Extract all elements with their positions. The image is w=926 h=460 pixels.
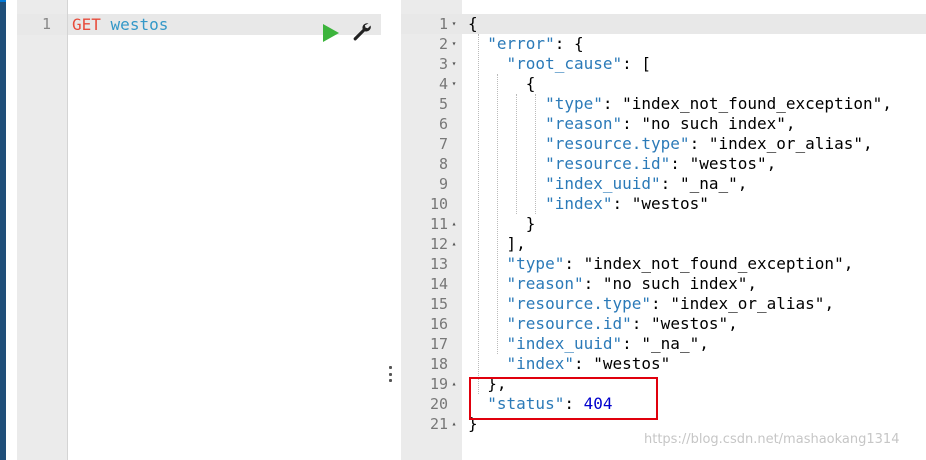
response-code-line: "resource.id": "westos", — [506, 314, 738, 333]
response-gutter-row: 16 — [401, 314, 462, 334]
response-gutter-row: 19 ▴ — [401, 374, 462, 394]
response-gutter-row: 2 ▾ — [401, 34, 462, 54]
fold-collapse-icon[interactable]: ▾ — [449, 54, 459, 74]
response-line-number: 16 — [429, 315, 448, 333]
response-gutter-row: 13 — [401, 254, 462, 274]
response-line-number: 14 — [429, 275, 448, 293]
response-code-line: { — [468, 74, 536, 93]
response-line-number: 11 — [429, 215, 448, 233]
response-gutter-row: 5 — [401, 94, 462, 114]
response-line-number: 19 — [429, 375, 448, 393]
request-editor[interactable]: 1 GET westos — [17, 0, 381, 460]
response-code-line: "index": "westos" — [545, 194, 709, 213]
response-code-line: "reason": "no such index", — [506, 274, 758, 293]
request-endpoint: westos — [110, 15, 169, 34]
request-method: GET — [72, 15, 101, 34]
request-gutter-divider — [67, 0, 68, 460]
watermark: https://blog.csdn.net/mashaokang1314 — [644, 432, 900, 447]
pane-splitter[interactable] — [381, 0, 401, 460]
response-line-number: 1 — [438, 15, 448, 33]
response-gutter-row: 12 ▴ — [401, 234, 462, 254]
response-line-number: 5 — [438, 95, 448, 113]
response-code-line: "root_cause": [ — [506, 54, 652, 73]
fold-collapse-icon[interactable]: ▾ — [449, 74, 459, 94]
response-line-number: 6 — [438, 115, 448, 133]
response-line-number: 21 — [429, 415, 448, 433]
response-code-line: ], — [468, 234, 526, 253]
response-line-number: 17 — [429, 335, 448, 353]
response-gutter-row: 6 — [401, 114, 462, 134]
response-line-number: 8 — [438, 155, 448, 173]
response-gutter-row: 1 ▾ — [401, 14, 462, 34]
response-code-line: } — [468, 214, 536, 233]
response-code-line: "error": { — [487, 34, 584, 53]
fold-expand-icon[interactable]: ▴ — [449, 414, 459, 434]
wrench-icon — [353, 23, 371, 41]
response-gutter-row: 18 — [401, 354, 462, 374]
request-line[interactable]: GET westos — [72, 14, 168, 35]
status-highlight-box — [469, 377, 658, 420]
fold-expand-icon[interactable]: ▴ — [449, 214, 459, 234]
response-gutter-row: 3 ▾ — [401, 54, 462, 74]
play-icon — [323, 24, 339, 42]
response-line-number: 15 — [429, 295, 448, 313]
response-line-number: 2 — [438, 35, 448, 53]
fold-collapse-icon[interactable]: ▾ — [449, 14, 459, 34]
response-gutter-row: 9 — [401, 174, 462, 194]
response-line-number: 18 — [429, 355, 448, 373]
splitter-handle[interactable] — [387, 366, 393, 382]
response-gutter-row: 17 — [401, 334, 462, 354]
response-code-line: "resource.type": "index_or_alias", — [506, 294, 835, 313]
response-gutter-row: 7 — [401, 134, 462, 154]
request-gutter — [17, 0, 67, 460]
response-code-line: "index_uuid": "_na_", — [506, 334, 709, 353]
response-active-line — [401, 14, 926, 34]
response-line-number: 4 — [438, 75, 448, 93]
response-gutter-row: 11 ▴ — [401, 214, 462, 234]
response-gutter-row: 8 — [401, 154, 462, 174]
fold-expand-icon[interactable]: ▴ — [449, 234, 459, 254]
run-request-button[interactable] — [320, 22, 342, 44]
response-line-number: 12 — [429, 235, 448, 253]
response-code-line: "index_uuid": "_na_", — [545, 174, 748, 193]
response-gutter-row: 20 — [401, 394, 462, 414]
window-left-edge — [0, 0, 6, 460]
response-gutter-row: 21 ▴ — [401, 414, 462, 434]
response-code-line: { — [468, 14, 478, 33]
response-line-number: 3 — [438, 55, 448, 73]
response-code-line: "resource.id": "westos", — [545, 154, 777, 173]
request-line-number: 1 — [41, 15, 51, 33]
response-line-number: 10 — [429, 195, 448, 213]
response-code-line: "resource.type": "index_or_alias", — [545, 134, 873, 153]
response-gutter-row: 10 — [401, 194, 462, 214]
response-code-line: "type": "index_not_found_exception", — [545, 94, 892, 113]
response-gutter-row: 15 — [401, 294, 462, 314]
response-line-number: 13 — [429, 255, 448, 273]
response-code-line: "type": "index_not_found_exception", — [506, 254, 854, 273]
response-code-line: "reason": "no such index", — [545, 114, 796, 133]
response-code-line: "index": "westos" — [506, 354, 671, 373]
response-gutter-row: 4 ▾ — [401, 74, 462, 94]
response-line-number: 7 — [438, 135, 448, 153]
response-gutter-row: 14 — [401, 274, 462, 294]
edge-accent — [0, 0, 6, 2]
request-settings-button[interactable] — [350, 20, 374, 44]
response-line-number: 20 — [429, 395, 448, 413]
fold-collapse-icon[interactable]: ▾ — [449, 34, 459, 54]
response-line-number: 9 — [438, 175, 448, 193]
fold-expand-icon[interactable]: ▴ — [449, 374, 459, 394]
